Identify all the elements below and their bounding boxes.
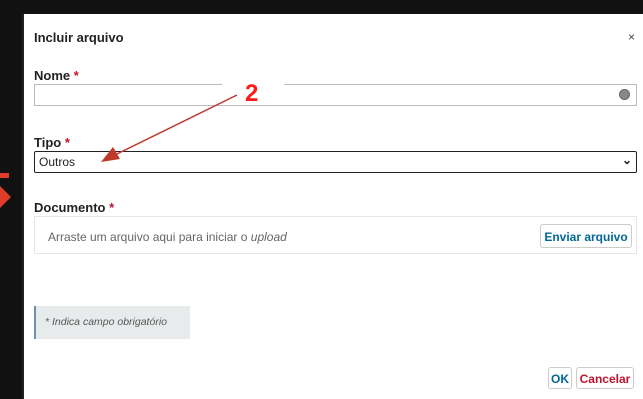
annotation-arrow-head [101, 147, 120, 162]
annotation-left-mark [0, 173, 9, 178]
annotation-number: 2 [245, 80, 258, 107]
tutorial-annotation: 2 [0, 78, 284, 208]
annotation-left-arrow [0, 186, 11, 208]
annotation-arrow-line [116, 94, 238, 155]
